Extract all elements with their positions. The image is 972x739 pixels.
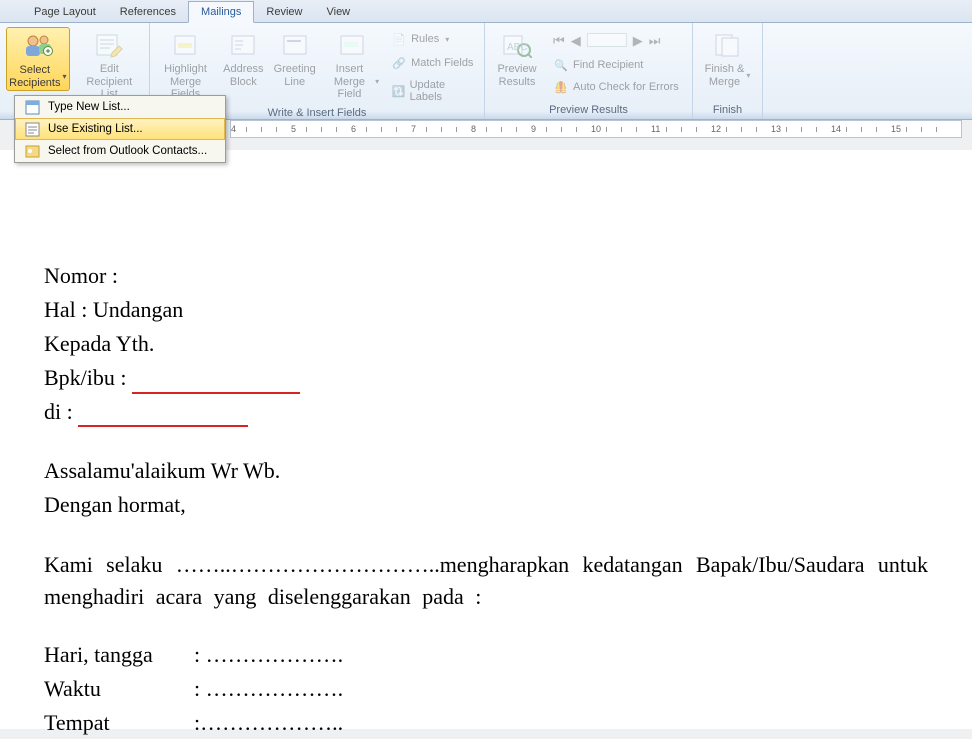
auto-check-button[interactable]: 🦺Auto Check for Errors: [549, 77, 683, 97]
doc-body: Kami selaku ……..………………………..mengharapkan …: [44, 549, 928, 613]
tab-mailings[interactable]: Mailings: [188, 1, 254, 23]
first-record-icon[interactable]: ⏮: [553, 33, 565, 49]
select-recipients-button[interactable]: Select Recipients▾: [6, 27, 70, 91]
group-label-preview: Preview Results: [485, 102, 692, 119]
doc-bpk: Bpk/ibu :: [44, 362, 928, 394]
greeting-icon: [279, 29, 311, 61]
match-icon: 🔗: [391, 55, 407, 71]
tab-references[interactable]: References: [108, 2, 188, 22]
doc-tempat: Tempat:………………..: [44, 707, 928, 739]
doc-hari: Hari, tangga: ……………….: [44, 639, 928, 671]
underline-field-2: [78, 403, 248, 427]
svg-text:ABC: ABC: [507, 42, 528, 53]
greeting-line-button[interactable]: Greeting Line: [272, 27, 318, 89]
match-fields-button[interactable]: 🔗Match Fields: [387, 53, 478, 73]
preview-results-button[interactable]: ABC Preview Results: [491, 27, 543, 89]
menu-use-existing-list[interactable]: Use Existing List...: [15, 118, 225, 140]
finish-merge-button[interactable]: Finish & Merge▾: [699, 27, 756, 89]
check-icon: 🦺: [553, 79, 569, 95]
next-record-icon[interactable]: ▶: [633, 33, 643, 49]
doc-hal: Hal : Undangan: [44, 294, 928, 326]
find-recipient-button[interactable]: 🔍Find Recipient: [549, 55, 683, 75]
group-label-finish: Finish: [693, 102, 762, 119]
edit-recipient-list-button[interactable]: Edit Recipient List: [76, 27, 143, 101]
select-recipients-menu: Type New List... Use Existing List... Se…: [14, 95, 226, 163]
rules-icon: 📄: [391, 31, 407, 47]
record-navigator[interactable]: ⏮ ◀ ▶ ⏭: [549, 27, 683, 53]
rules-button[interactable]: 📄Rules▾: [387, 29, 478, 49]
update-labels-button[interactable]: 🔃Update Labels: [387, 77, 478, 105]
list-edit-icon: [93, 29, 125, 61]
insert-merge-field-button[interactable]: Insert Merge Field▾: [324, 27, 381, 101]
preview-icon: ABC: [501, 29, 533, 61]
finish-icon: [712, 29, 744, 61]
tab-review[interactable]: Review: [254, 2, 314, 22]
doc-di: di :: [44, 396, 928, 428]
ruler[interactable]: 456789101112131415: [230, 120, 962, 140]
find-icon: 🔍: [553, 57, 569, 73]
outlook-icon: [24, 143, 40, 159]
menu-type-new-list[interactable]: Type New List...: [15, 96, 225, 118]
doc-nomor: Nomor :: [44, 260, 928, 292]
existing-list-icon: [24, 121, 40, 137]
ribbon-tabs: Page Layout References Mailings Review V…: [0, 0, 972, 23]
people-icon: [22, 30, 54, 62]
highlight-icon: [170, 29, 202, 61]
prev-record-icon[interactable]: ◀: [571, 33, 581, 49]
merge-field-icon: [336, 29, 368, 61]
address-block-button[interactable]: Address Block: [221, 27, 265, 89]
tab-page-layout[interactable]: Page Layout: [22, 2, 108, 22]
labels-icon: 🔃: [391, 83, 406, 99]
doc-salam: Assalamu'alaikum Wr Wb.: [44, 455, 928, 487]
last-record-icon[interactable]: ⏭: [649, 33, 661, 49]
address-icon: [227, 29, 259, 61]
document-page[interactable]: Nomor : Hal : Undangan Kepada Yth. Bpk/i…: [0, 150, 972, 729]
doc-kepada: Kepada Yth.: [44, 328, 928, 360]
doc-waktu: Waktu: ……………….: [44, 673, 928, 705]
new-list-icon: [24, 99, 40, 115]
tab-view[interactable]: View: [314, 2, 362, 22]
doc-hormat: Dengan hormat,: [44, 489, 928, 521]
underline-field-1: [132, 369, 300, 393]
highlight-merge-fields-button[interactable]: Highlight Merge Fields: [156, 27, 215, 101]
menu-outlook-contacts[interactable]: Select from Outlook Contacts...: [15, 140, 225, 162]
